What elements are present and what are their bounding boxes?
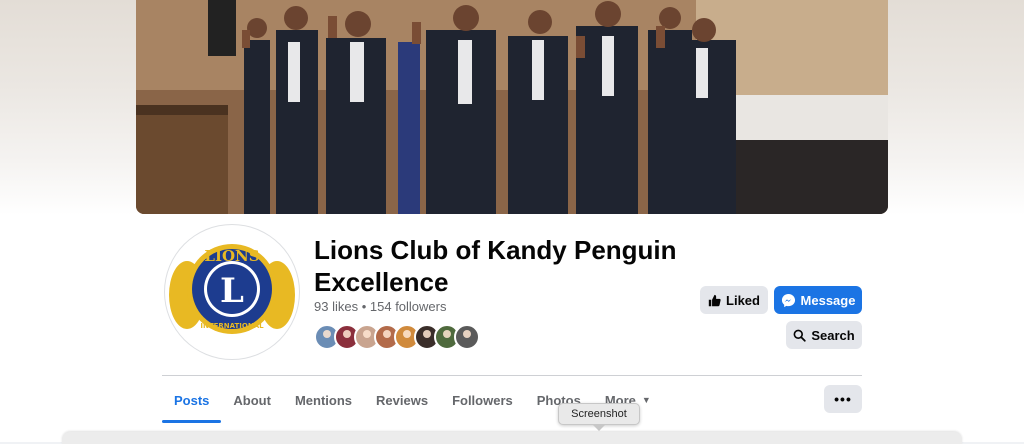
tooltip-pointer: [592, 424, 606, 431]
more-options-label: •••: [834, 391, 852, 407]
tab-about[interactable]: About: [221, 378, 283, 422]
friend-avatar[interactable]: [454, 324, 480, 350]
followers-count[interactable]: 154 followers: [370, 299, 447, 314]
friend-avatar-stack[interactable]: [314, 324, 480, 350]
stats-separator: •: [361, 299, 367, 314]
page-stats: 93 likes • 154 followers: [314, 299, 447, 314]
cover-photo-image: [136, 0, 888, 214]
tab-mentions[interactable]: Mentions: [283, 378, 364, 422]
cover-photo[interactable]: [136, 0, 888, 214]
logo-top-text: LIONS: [204, 247, 259, 265]
search-button[interactable]: Search: [786, 321, 862, 349]
message-label: Message: [800, 292, 856, 308]
liked-button[interactable]: Liked: [700, 286, 768, 314]
more-options-button[interactable]: •••: [824, 385, 862, 413]
logo-center-letter: L: [220, 271, 244, 311]
caret-down-icon: ▼: [641, 395, 651, 405]
page-title: Lions Club of Kandy Penguin Excellence: [314, 235, 677, 297]
tabs-divider: [162, 375, 862, 376]
liked-label: Liked: [726, 292, 760, 308]
thumbs-up-icon: [708, 294, 721, 307]
search-icon: [793, 329, 806, 342]
tab-followers[interactable]: Followers: [440, 378, 525, 422]
messenger-icon: [781, 293, 796, 308]
tab-posts[interactable]: Posts: [162, 378, 222, 423]
message-button[interactable]: Message: [774, 286, 862, 314]
tab-reviews[interactable]: Reviews: [364, 378, 440, 422]
search-label: Search: [811, 327, 855, 343]
lions-logo: LIONS L INTERNATIONAL: [169, 230, 295, 354]
page-profile-picture[interactable]: LIONS L INTERNATIONAL: [165, 225, 299, 359]
screenshot-tooltip: Screenshot: [558, 403, 640, 425]
likes-count[interactable]: 93 likes: [314, 299, 358, 314]
logo-bottom-text: INTERNATIONAL: [200, 322, 264, 330]
tooltip-text: Screenshot: [571, 408, 627, 420]
bottom-dock-edge: [62, 432, 962, 444]
